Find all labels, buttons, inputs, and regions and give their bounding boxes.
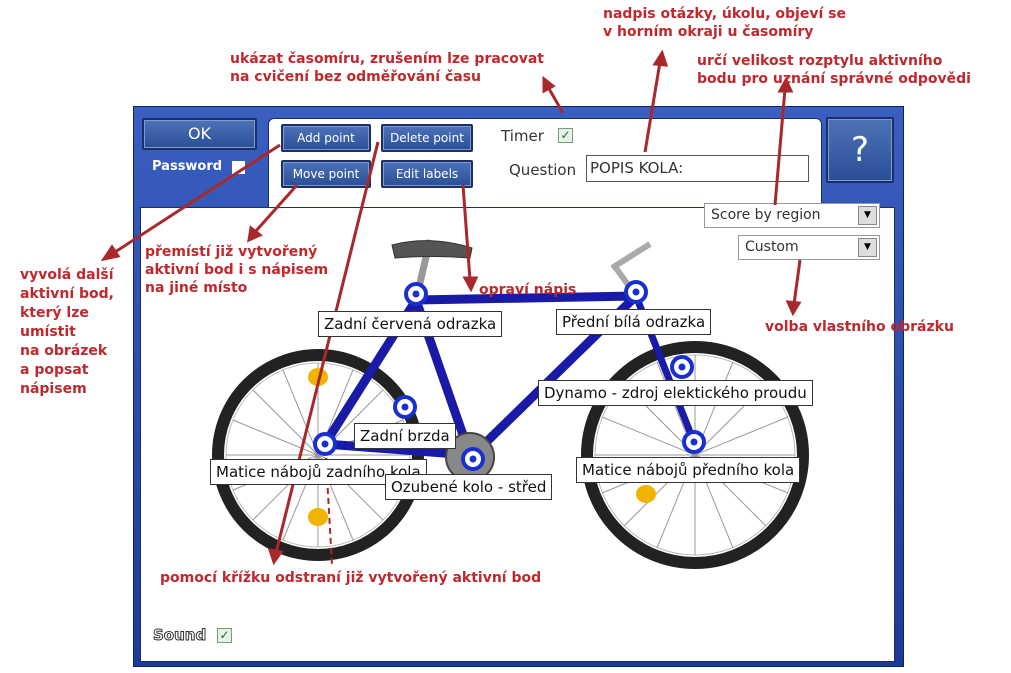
sound-label: Sound [152,626,207,645]
annotation-timer: ukázat časomíru, zrušením lze pracovat n… [230,51,544,85]
hotspot-label[interactable]: Zadní brzda [354,423,456,449]
annotation-add-point: vyvolá další aktivní bod, který lze umís… [20,267,114,397]
hotspot-point[interactable] [404,282,428,306]
hotspot-label[interactable]: Ozubené kolo - střed [385,474,553,500]
hotspot-label[interactable]: Přední bílá odrazka [556,309,712,335]
annotation-edit-labels: opraví nápis [479,282,577,298]
hotspot-point[interactable] [461,447,485,471]
annotation-delete-point: pomocí křížku odstraní již vytvořený akt… [160,570,542,586]
hotspot-label[interactable]: Zadní červená odrazka [318,311,503,337]
hotspot-point[interactable] [670,355,694,379]
hotspot-label[interactable]: Dynamo - zdroj elektického proudu [538,380,813,406]
sound-checkbox[interactable]: ✓ [217,628,232,643]
hotspot-point[interactable] [313,432,337,456]
annotation-score: určí velikost rozptylu aktivního bodu pr… [697,53,971,87]
annotation-move-point: přemístí již vytvořený aktivní bod i s n… [145,244,329,296]
annotation-custom: volba vlastního obrázku [765,319,954,335]
hotspot-point[interactable] [393,395,417,419]
annotation-question: nadpis otázky, úkolu, objeví se v horním… [603,6,846,40]
hotspot-label[interactable]: Matice nábojů předního kola [576,457,801,483]
hotspot-point[interactable] [624,280,648,304]
hotspot-point[interactable] [682,430,706,454]
